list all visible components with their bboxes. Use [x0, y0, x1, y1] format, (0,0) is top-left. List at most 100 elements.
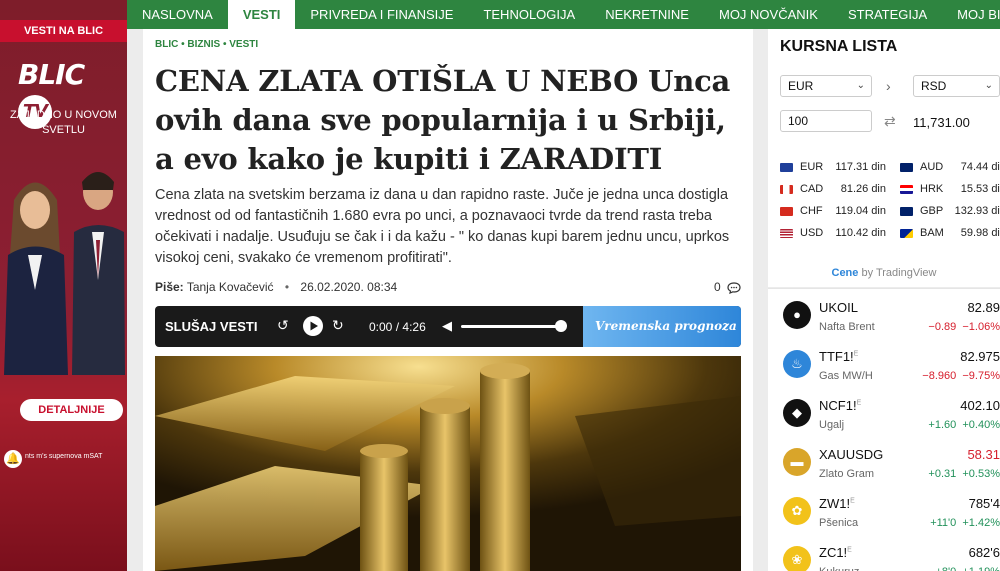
gold-bar-icon: ▬ — [783, 448, 811, 476]
tradingview-credit[interactable]: Cene by TradingView — [768, 267, 1000, 279]
quote-exchange-mark: E — [853, 350, 859, 358]
amount-value: 100 — [788, 114, 809, 128]
rate-value: 15.53 din — [960, 183, 1000, 195]
quote-price: 82.89 — [967, 300, 1000, 315]
to-currency-value: RSD — [921, 79, 947, 93]
quote-symbol: ZW1!E — [819, 496, 855, 511]
quote-symbol: ZC1!E — [819, 545, 852, 560]
gold-bars-photo — [155, 356, 741, 571]
australia-flag-icon — [900, 162, 913, 172]
croatia-flag-icon — [900, 184, 913, 194]
nav-item-vesti[interactable]: VESTI — [227, 0, 296, 29]
rewind-15-icon[interactable]: ↺ — [277, 317, 289, 334]
quote-symbol-text: ZW1! — [819, 496, 851, 511]
playback-time: 0:00 / 4:26 — [369, 320, 426, 334]
rate-row: CHF 119.04 din — [780, 205, 886, 221]
quote-name: Pšenica — [819, 517, 859, 529]
nav-item-naslovna[interactable]: NASLOVNA — [127, 0, 228, 29]
bell-icon: 🔔 — [4, 450, 22, 468]
canada-flag-icon — [780, 184, 793, 194]
quote-name: Kukuruz — [819, 566, 859, 571]
quote-row[interactable]: ✿ ZW1!E Pšenica 785'4 +11'0 +1.42% — [768, 489, 1000, 538]
nav-item-tehnologija[interactable]: TEHNOLOGIJA — [468, 0, 590, 29]
quote-change-pct: −1.06% — [962, 321, 1000, 333]
tradingview-label: by TradingView — [861, 267, 937, 279]
quote-row[interactable]: ▬ XAUUSDG Zlato Gram 58.31 +0.31 +0.53% — [768, 440, 1000, 489]
volume-slider[interactable] — [461, 325, 561, 328]
author-name[interactable]: Tanja Kovačević — [187, 280, 274, 294]
blic-tv-ad[interactable]: VESTI NA BLIC BLICTV ZAJEDNO U NOVOM SVE… — [0, 0, 127, 571]
quote-change-abs: −0.89 — [928, 321, 957, 333]
rate-value: 110.42 din — [835, 227, 886, 239]
nav-item-moj-novcanik[interactable]: MOJ NOVČANIK — [704, 0, 833, 29]
quote-symbol-text: ZC1! — [819, 545, 848, 560]
sidebar: KURSNA LISTA EUR ⌄ › RSD ⌄ 100 ⇄ 11,731.00… — [768, 29, 1000, 571]
nav-item-privreda[interactable]: PRIVREDA I FINANSIJE — [295, 0, 468, 29]
rate-row: HRK 15.53 din — [900, 183, 1000, 199]
quote-change-abs: +0.31 — [928, 468, 957, 480]
to-currency-select[interactable]: RSD ⌄ — [913, 75, 1000, 97]
quote-symbol: NCF1!E — [819, 398, 861, 413]
article-meta: Piše: Tanja Kovačević • 26.02.2020. 08:3… — [155, 280, 741, 294]
weather-forecast-banner[interactable]: Vremenska prognoza — [583, 306, 741, 347]
quote-symbol: XAUUSDG — [819, 447, 883, 462]
quote-name: Zlato Gram — [819, 468, 875, 480]
rate-value: 119.04 din — [835, 205, 886, 217]
ad-tagline: ZAJEDNO U NOVOM SVETLU — [10, 109, 117, 136]
play-button[interactable] — [303, 316, 323, 336]
quote-change: +11'0 +1.42% — [930, 517, 1000, 529]
nav-item-strategija[interactable]: STRATEGIJA — [833, 0, 942, 29]
forward-15-icon[interactable]: ↻ — [332, 317, 344, 334]
article-lead: Cena zlata na svetskim berzama iz dana u… — [155, 187, 730, 266]
quote-symbol-text: TTF1! — [819, 349, 854, 364]
quote-row[interactable]: ● UKOIL Nafta Brent 82.89 −0.89 −1.06% — [768, 293, 1000, 342]
volume-slider-handle[interactable] — [555, 320, 567, 332]
publish-date: 26.02.2020. 08:34 — [300, 280, 398, 294]
ad-channel-list: nts m's supernova mSAT — [25, 453, 103, 460]
breadcrumb[interactable]: BLIC • BIZNIS • VESTI — [155, 39, 258, 50]
quote-change-pct: +1.19% — [962, 566, 1000, 571]
volume-icon[interactable]: ◀ — [442, 318, 452, 334]
quote-row[interactable]: ◆ NCF1!E Ugalj 402.10 +1.60 +0.40% — [768, 391, 1000, 440]
quote-row[interactable]: ❀ ZC1!E Kukuruz 682'6 +8'0 +1.19% — [768, 538, 1000, 571]
quote-price: 58.31 — [967, 447, 1000, 462]
duration: 4:26 — [402, 320, 426, 334]
quote-change: −8.960 −9.75% — [922, 370, 1000, 382]
time-separator: / — [395, 320, 400, 334]
rate-value: 81.26 din — [840, 183, 886, 195]
article: BLIC • BIZNIS • VESTI CENA ZLATA OTIŠLA … — [143, 29, 753, 571]
rate-value: 59.98 din — [960, 227, 1000, 239]
rate-row: EUR 117.31 din — [780, 161, 886, 177]
commodity-quotes: ● UKOIL Nafta Brent 82.89 −0.89 −1.06% ♨ TTF1!… — [768, 288, 1000, 571]
rate-row: BAM 59.98 din — [900, 227, 1000, 243]
rate-row: AUD 74.44 din — [900, 161, 1000, 177]
quote-change-pct: +1.42% — [962, 517, 1000, 529]
quote-name: Ugalj — [819, 419, 845, 431]
nav-item-nekretnine[interactable]: NEKRETNINE — [590, 0, 704, 29]
quote-exchange-mark: E — [850, 497, 855, 505]
from-currency-select[interactable]: EUR ⌄ — [780, 75, 872, 97]
quote-change: +1.60 +0.40% — [928, 419, 1000, 431]
uk-flag-icon — [900, 206, 913, 216]
quote-change-abs: +1.60 — [928, 419, 957, 431]
coal-icon: ◆ — [783, 399, 811, 427]
rate-row: CAD 81.26 din — [780, 183, 886, 199]
current-time: 0:00 — [369, 320, 393, 334]
comments-link[interactable]: 0 — [714, 280, 741, 294]
quote-price: 785'4 — [968, 496, 1000, 511]
quote-symbol-text: NCF1! — [819, 398, 857, 413]
quote-change: −0.89 −1.06% — [928, 321, 1000, 333]
nav-item-moj-biznis[interactable]: MOJ BIZNIS — [942, 0, 1000, 29]
amount-input[interactable]: 100 — [780, 110, 872, 132]
quote-row[interactable]: ♨ TTF1!E Gas MW/H 82.975 −8.960 −9.75% — [768, 342, 1000, 391]
ad-details-button[interactable]: DETALJNIJE — [20, 399, 123, 421]
rate-value: 117.31 din — [835, 161, 886, 173]
page: VESTI NA BLIC BLICTV ZAJEDNO U NOVOM SVE… — [0, 0, 1000, 571]
quote-change: +0.31 +0.53% — [928, 468, 1000, 480]
rate-code: BAM — [920, 227, 944, 239]
quote-change-abs: −8.960 — [922, 370, 957, 382]
quote-exchange-mark: E — [856, 399, 862, 407]
swap-arrows-icon[interactable]: ⇄ — [884, 113, 896, 130]
quote-name: Nafta Brent — [819, 321, 875, 333]
rate-code: HRK — [920, 183, 944, 195]
